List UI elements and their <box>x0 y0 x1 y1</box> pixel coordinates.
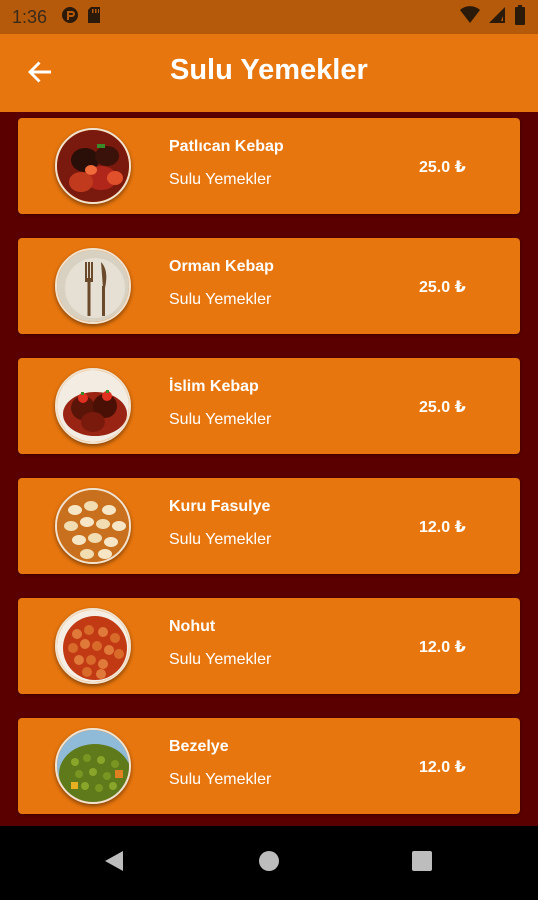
wifi-icon <box>460 5 480 29</box>
cell-signal-icon <box>488 6 506 29</box>
chickpeas-image <box>55 608 131 684</box>
menu-item-card[interactable]: Orman Kebap Sulu Yemekler 25.0 ₺ <box>18 238 520 334</box>
back-button[interactable] <box>22 56 58 92</box>
item-name: İslim Kebap <box>169 378 259 395</box>
nav-home-button[interactable] <box>252 846 286 880</box>
eggplant-kebab-image <box>55 128 131 204</box>
battery-icon <box>514 4 526 30</box>
item-name: Orman Kebap <box>169 258 274 275</box>
signal-app-icon <box>61 6 79 29</box>
item-category: Sulu Yemekler <box>169 651 272 668</box>
page-title: Sulu Yemekler <box>170 54 368 86</box>
item-price: 12.0 ₺ <box>419 519 466 536</box>
item-category: Sulu Yemekler <box>169 411 272 428</box>
islim-kebab-image <box>55 368 131 444</box>
item-price: 25.0 ₺ <box>419 159 466 176</box>
item-category: Sulu Yemekler <box>169 771 272 788</box>
menu-item-card[interactable]: Nohut Sulu Yemekler 12.0 ₺ <box>18 598 520 694</box>
peas-image <box>55 728 131 804</box>
sd-card-icon <box>87 6 101 29</box>
app-bar: Sulu Yemekler <box>0 34 538 112</box>
item-name: Kuru Fasulye <box>169 498 271 515</box>
item-name: Nohut <box>169 618 216 635</box>
triangle-back-icon <box>103 849 125 878</box>
fork-knife-placeholder-image <box>55 248 131 324</box>
item-price: 25.0 ₺ <box>419 399 466 416</box>
item-category: Sulu Yemekler <box>169 291 272 308</box>
item-price: 12.0 ₺ <box>419 759 466 776</box>
status-bar: 1:36 <box>0 0 538 34</box>
system-nav-bar <box>0 826 538 900</box>
nav-recents-button[interactable] <box>405 846 439 880</box>
white-beans-image <box>55 488 131 564</box>
item-name: Bezelye <box>169 738 229 755</box>
menu-list[interactable]: Patlıcan Kebap Sulu Yemekler 25.0 ₺ Orma… <box>0 112 538 826</box>
item-name: Patlıcan Kebap <box>169 138 284 155</box>
item-category: Sulu Yemekler <box>169 171 272 188</box>
menu-item-card[interactable]: İslim Kebap Sulu Yemekler 25.0 ₺ <box>18 358 520 454</box>
arrow-back-icon <box>27 59 53 90</box>
item-price: 25.0 ₺ <box>419 279 466 296</box>
circle-home-icon <box>257 849 281 878</box>
square-recents-icon <box>411 850 433 877</box>
item-category: Sulu Yemekler <box>169 531 272 548</box>
menu-item-card[interactable]: Bezelye Sulu Yemekler 12.0 ₺ <box>18 718 520 814</box>
status-time: 1:36 <box>12 6 48 27</box>
menu-item-card[interactable]: Kuru Fasulye Sulu Yemekler 12.0 ₺ <box>18 478 520 574</box>
nav-back-button[interactable] <box>97 846 131 880</box>
item-price: 12.0 ₺ <box>419 639 466 656</box>
menu-item-card[interactable]: Patlıcan Kebap Sulu Yemekler 25.0 ₺ <box>18 118 520 214</box>
